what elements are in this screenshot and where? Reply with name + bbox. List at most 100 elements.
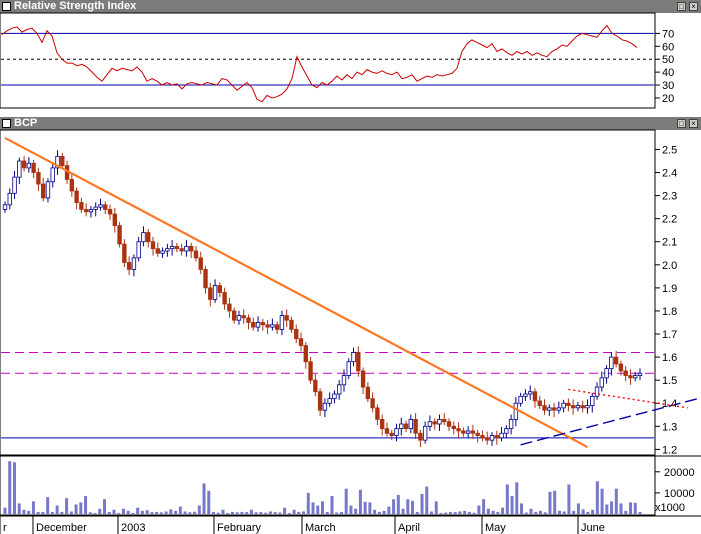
candle-body [523, 393, 528, 397]
volume-bar [136, 507, 140, 514]
candle-body [351, 352, 356, 363]
volume-bar [278, 512, 282, 514]
candle-body [251, 322, 256, 328]
candle-body [518, 395, 523, 404]
candle-body [575, 405, 581, 409]
candle-body [360, 370, 366, 388]
volume-bar [373, 509, 377, 514]
volume-bar [429, 511, 433, 514]
candle-body [231, 310, 237, 321]
volume-bar [581, 509, 585, 514]
candle-body [227, 303, 232, 312]
volume-bar [501, 507, 505, 514]
candle-body [131, 257, 137, 270]
price-tick-label: 2.5 [662, 144, 677, 156]
volume-bar [472, 512, 476, 514]
candle-body [112, 213, 118, 226]
volume-bar [197, 505, 201, 514]
volume-bar [55, 505, 59, 514]
candle-body [346, 361, 351, 376]
volume-bar [448, 511, 452, 514]
candle-body [594, 386, 600, 397]
volume-bar [302, 511, 306, 514]
volume-bar [557, 510, 561, 514]
candle-body [465, 430, 471, 434]
volume-bar [321, 501, 324, 514]
candle-body [566, 402, 571, 406]
candle-body [494, 435, 499, 439]
candle-body [370, 398, 375, 409]
candle-body [341, 375, 347, 386]
date-label: May [485, 522, 506, 534]
volume-bar [17, 503, 21, 514]
volume-bar [392, 499, 396, 514]
candle-body [432, 421, 437, 425]
volume-bar [377, 511, 381, 514]
candle-body [169, 245, 175, 250]
volume-bar [486, 508, 490, 514]
candle-body [508, 418, 514, 430]
volume-unit-label: x1000 [655, 502, 685, 514]
rsi-tick-label: 20 [662, 93, 674, 105]
volume-bar [36, 511, 40, 514]
price-tick-label: 1.5 [662, 375, 677, 387]
volume-bar [553, 490, 557, 514]
volume-bar [79, 502, 83, 514]
volume-bar [477, 505, 481, 514]
volume-bar [283, 507, 287, 514]
volume-bar [159, 512, 163, 514]
volume-bar [174, 510, 178, 514]
volume-bar [112, 509, 116, 514]
volume-bar [396, 495, 400, 514]
volume-bar [444, 512, 448, 514]
candle-body [399, 423, 404, 430]
volume-bar [226, 512, 230, 514]
volume-bar [121, 508, 125, 514]
volume-bar [467, 511, 471, 514]
candle-body [637, 372, 643, 376]
price-tick-label: 1.9 [662, 283, 677, 295]
candle-body [394, 428, 399, 436]
candle-body [236, 315, 242, 321]
volume-bar [325, 511, 329, 514]
volume-bar [382, 510, 386, 514]
candle-body [60, 155, 65, 167]
volume-bar [576, 503, 580, 514]
candle-body [384, 428, 390, 434]
candle-body [289, 319, 294, 330]
volume-bar [406, 499, 410, 514]
volume-bar [107, 511, 111, 514]
price-tick-label: 2.3 [662, 191, 677, 203]
candle-body [12, 176, 17, 194]
candle-body [499, 432, 504, 439]
rsi-tick-label: 70 [662, 28, 674, 40]
candle-body [165, 248, 170, 252]
volume-bar [27, 510, 31, 514]
volume-bar [84, 496, 88, 514]
volume-bar [297, 511, 301, 514]
candle-body [212, 285, 218, 300]
volume-bar [411, 500, 415, 514]
volume-bar [193, 511, 197, 514]
candle-body [527, 391, 533, 395]
volume-bar [586, 511, 590, 514]
candle-body [470, 430, 476, 434]
candle-body [179, 248, 184, 252]
volume-bar [3, 507, 7, 514]
candle-body [442, 418, 447, 423]
volume-tick-label: 20000 [664, 467, 695, 479]
price-tick-label: 1.8 [662, 306, 677, 318]
volume-bar [520, 503, 524, 514]
candle-body [93, 206, 98, 210]
volume-bar [50, 511, 54, 514]
volume-bar [434, 501, 438, 514]
volume-bar [567, 484, 571, 514]
volume-bar [41, 511, 45, 514]
volume-bar [60, 511, 64, 514]
candle-body [98, 204, 103, 208]
volume-bar [8, 461, 12, 514]
volume-bar [515, 482, 519, 514]
rsi-tick-label: 50 [662, 54, 674, 66]
candle-body [485, 437, 490, 441]
volume-bar [600, 488, 604, 514]
